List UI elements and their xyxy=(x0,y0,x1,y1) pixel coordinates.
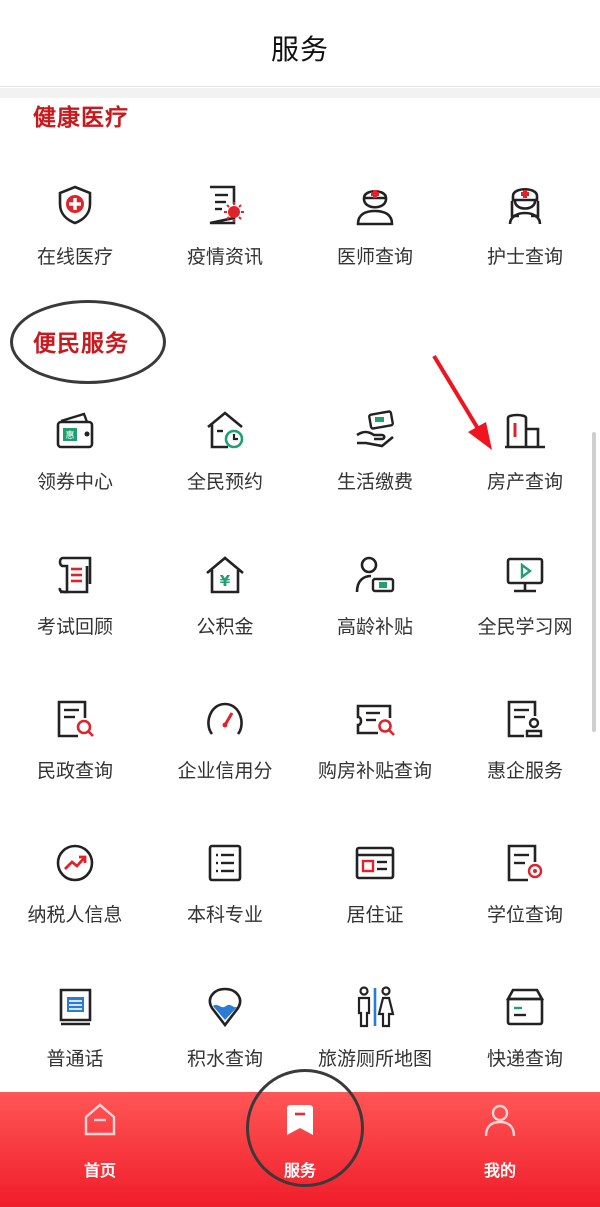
coupon-wallet-icon: 惠 xyxy=(54,409,96,451)
civic-row-1: 惠 领券中心 全民预约 生活缴费 房产查询 xyxy=(0,409,600,519)
top-app-bar: 服务 xyxy=(0,0,600,87)
building-icon xyxy=(504,409,546,451)
service-label: 快递查询 xyxy=(486,1048,563,1070)
service-label: 高龄补贴 xyxy=(336,616,413,638)
list-document-icon xyxy=(204,842,246,884)
scroll-icon xyxy=(54,554,96,596)
section-title-health: 健康医疗 xyxy=(33,105,129,131)
service-label: 学位查询 xyxy=(486,904,563,926)
service-civil-affairs[interactable]: 民政查询 xyxy=(0,698,150,808)
service-degree-query[interactable]: 学位查询 xyxy=(450,842,600,952)
gauge-icon xyxy=(204,698,246,740)
water-pin-icon xyxy=(204,986,246,1028)
service-label: 房产查询 xyxy=(486,471,563,493)
doctor-icon xyxy=(354,184,396,226)
service-nurse-query[interactable]: 护士查询 xyxy=(450,184,600,294)
service-mandarin[interactable]: 普通话 xyxy=(0,986,150,1096)
civic-row-3: 民政查询 企业信用分 购房补贴查询 惠企服务 xyxy=(0,698,600,808)
nav-label: 首页 xyxy=(83,1161,116,1180)
service-label: 旅游厕所地图 xyxy=(317,1048,432,1070)
service-enterprise-benefit[interactable]: 惠企服务 xyxy=(450,698,600,808)
service-property-query[interactable]: 房产查询 xyxy=(450,409,600,519)
document-badge-icon xyxy=(504,842,546,884)
service-label: 考试回顾 xyxy=(36,616,113,638)
health-row: 在线医疗 疫情资讯 医师查询 护士查询 xyxy=(0,184,600,294)
service-label: 企业信用分 xyxy=(177,760,273,782)
home-icon xyxy=(82,1102,118,1138)
service-label: 民政查询 xyxy=(36,760,113,782)
medical-shield-icon xyxy=(54,184,96,226)
section-title-civic: 便民服务 xyxy=(33,331,129,357)
service-label: 公积金 xyxy=(196,616,254,638)
house-yen-icon: ¥ xyxy=(204,554,246,596)
service-epidemic-news[interactable]: 疫情资讯 xyxy=(150,184,300,294)
service-elderly-subsidy[interactable]: 高龄补贴 xyxy=(300,554,450,664)
service-coupon-center[interactable]: 惠 领券中心 xyxy=(0,409,150,519)
service-online-medical[interactable]: 在线医疗 xyxy=(0,184,150,294)
user-icon xyxy=(482,1102,518,1138)
id-card-icon xyxy=(354,842,396,884)
service-label: 普通话 xyxy=(46,1048,104,1070)
nurse-icon xyxy=(504,184,546,226)
service-label: 护士查询 xyxy=(486,246,563,268)
page-title: 服务 xyxy=(270,33,329,66)
service-undergraduate-major[interactable]: 本科专业 xyxy=(150,842,300,952)
service-learning-network[interactable]: 全民学习网 xyxy=(450,554,600,664)
service-label: 全民学习网 xyxy=(477,616,573,638)
service-label: 全民预约 xyxy=(186,471,263,493)
document-stamp-icon xyxy=(504,698,546,740)
ticket-search-icon xyxy=(354,698,396,740)
service-label: 积水查询 xyxy=(186,1048,263,1070)
service-label: 惠企服务 xyxy=(486,760,563,782)
service-residence-permit[interactable]: 居住证 xyxy=(300,842,450,952)
highlight-circle-annotation xyxy=(246,1069,364,1187)
service-taxpayer-info[interactable]: 纳税人信息 xyxy=(0,842,150,952)
service-credit-score[interactable]: 企业信用分 xyxy=(150,698,300,808)
package-icon xyxy=(504,986,546,1028)
svg-text:¥: ¥ xyxy=(220,572,231,590)
service-label: 在线医疗 xyxy=(36,246,113,268)
svg-text:惠: 惠 xyxy=(65,429,74,441)
monitor-play-icon xyxy=(504,554,546,596)
nav-home[interactable]: 首页 xyxy=(40,1102,160,1192)
service-reservation[interactable]: 全民预约 xyxy=(150,409,300,519)
header-divider xyxy=(0,88,600,98)
elder-ticket-icon xyxy=(354,554,396,596)
nav-label: 我的 xyxy=(483,1161,516,1180)
document-search-icon xyxy=(54,698,96,740)
service-label: 疫情资讯 xyxy=(186,246,263,268)
service-label: 生活缴费 xyxy=(336,471,413,493)
service-housing-subsidy-query[interactable]: 购房补贴查询 xyxy=(300,698,450,808)
nav-mine[interactable]: 我的 xyxy=(440,1102,560,1192)
service-exam-review[interactable]: 考试回顾 xyxy=(0,554,150,664)
civic-row-4: 纳税人信息 本科专业 居住证 学位查询 xyxy=(0,842,600,952)
trend-circle-icon xyxy=(54,842,96,884)
book-icon xyxy=(54,986,96,1028)
service-label: 纳税人信息 xyxy=(27,904,123,926)
service-label: 医师查询 xyxy=(336,246,413,268)
epidemic-news-icon xyxy=(204,184,246,226)
civic-row-2: 考试回顾 ¥ 公积金 高龄补贴 全民学习网 xyxy=(0,554,600,664)
service-label: 本科专业 xyxy=(186,904,263,926)
service-bill-payment[interactable]: 生活缴费 xyxy=(300,409,450,519)
service-label: 领券中心 xyxy=(36,471,113,493)
service-doctor-query[interactable]: 医师查询 xyxy=(300,184,450,294)
service-label: 居住证 xyxy=(346,904,404,926)
payment-hand-icon xyxy=(354,409,396,451)
toilet-icon xyxy=(354,986,396,1028)
service-label: 购房补贴查询 xyxy=(317,760,432,782)
house-clock-icon xyxy=(204,409,246,451)
scrollbar[interactable] xyxy=(592,432,596,732)
service-housing-fund[interactable]: ¥ 公积金 xyxy=(150,554,300,664)
service-express-query[interactable]: 快递查询 xyxy=(450,986,600,1096)
